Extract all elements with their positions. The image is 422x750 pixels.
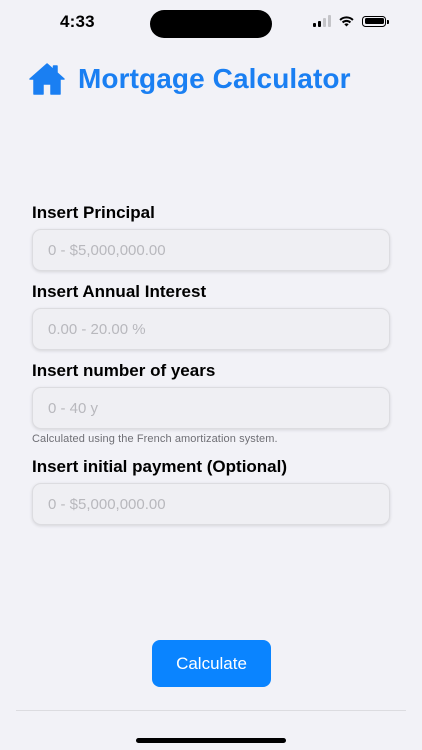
cellular-signal-icon [313, 15, 331, 27]
interest-input-box[interactable] [32, 308, 390, 350]
years-input-box[interactable] [32, 387, 390, 429]
years-label: Insert number of years [32, 361, 216, 380]
initial-payment-input-box[interactable] [32, 483, 390, 525]
app-header: Mortgage Calculator [28, 62, 351, 96]
dynamic-island [150, 10, 272, 38]
amortization-caption: Calculated using the French amortization… [32, 433, 278, 445]
years-input[interactable] [48, 399, 374, 417]
status-icons [313, 15, 389, 27]
page-title: Mortgage Calculator [78, 63, 351, 94]
bottom-divider [16, 710, 406, 711]
principal-input-box[interactable] [32, 229, 390, 271]
battery-icon [362, 15, 389, 27]
interest-input[interactable] [48, 320, 374, 338]
interest-label: Insert Annual Interest [32, 282, 207, 301]
years-field-group: Insert number of years Calculated using … [32, 361, 390, 445]
principal-field-group: Insert Principal [32, 203, 390, 271]
house-icon [29, 63, 65, 95]
wifi-icon [339, 16, 354, 27]
mortgage-form: Insert Principal Insert Annual Interest … [32, 203, 390, 536]
interest-field-group: Insert Annual Interest [32, 282, 390, 350]
status-bar: 4:33 [0, 0, 422, 50]
principal-label: Insert Principal [32, 203, 155, 222]
status-time: 4:33 [60, 12, 95, 31]
home-indicator[interactable] [136, 738, 286, 743]
initial-payment-field-group: Insert initial payment (Optional) [32, 457, 390, 525]
principal-input[interactable] [48, 241, 374, 259]
initial-payment-input[interactable] [48, 495, 374, 513]
initial-payment-label: Insert initial payment (Optional) [32, 457, 288, 476]
calculate-button[interactable]: Calculate [152, 640, 271, 687]
